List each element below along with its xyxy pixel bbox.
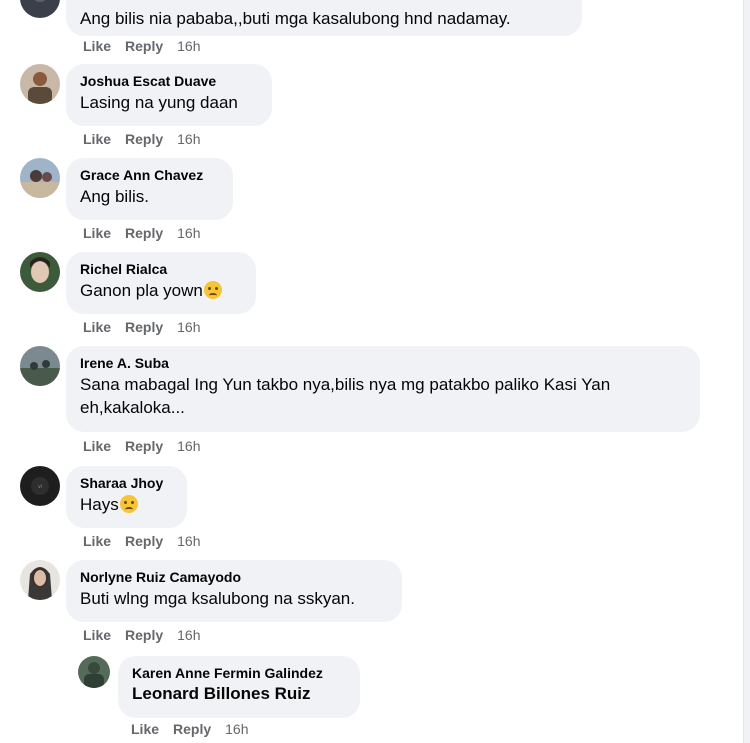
- tagged-user-link[interactable]: Leonard Billones Ruiz: [132, 682, 346, 705]
- commenter-name[interactable]: Grace Ann Chavez: [80, 166, 219, 184]
- timestamp[interactable]: 16h: [177, 225, 200, 241]
- timestamp[interactable]: 16h: [177, 627, 200, 643]
- comment-text: Hays: [80, 493, 173, 516]
- avatar[interactable]: [20, 64, 60, 104]
- avatar[interactable]: [20, 560, 60, 600]
- timestamp[interactable]: 16h: [177, 533, 200, 549]
- svg-text:vi: vi: [38, 484, 42, 490]
- timestamp[interactable]: 16h: [177, 131, 200, 147]
- commenter-name[interactable]: Norlyne Ruiz Camayodo: [80, 568, 388, 586]
- reply-button[interactable]: Reply: [125, 533, 163, 549]
- avatar[interactable]: [20, 0, 60, 18]
- comment-actions: Like Reply 16h: [83, 627, 201, 643]
- commenter-name[interactable]: Richel Rialca: [80, 260, 242, 278]
- comment-bubble: Irene A. Suba Sana mabagal Ing Yun takbo…: [66, 346, 700, 432]
- timestamp[interactable]: 16h: [177, 319, 200, 335]
- reply-button[interactable]: Reply: [125, 38, 163, 54]
- like-button[interactable]: Like: [83, 38, 111, 54]
- comment-bubble: Karen Anne Fermin Galindez Leonard Billo…: [118, 656, 360, 718]
- comment-text-line: eh,kakaloka...: [80, 398, 185, 417]
- comment-text-content: Hays: [80, 495, 119, 514]
- thinking-face-icon: [203, 281, 222, 299]
- comment-actions: Like Reply 16h: [83, 131, 201, 147]
- comment-actions: Like Reply 16h: [83, 38, 201, 54]
- commenter-name[interactable]: Sharaa Jhoy: [80, 474, 173, 492]
- avatar[interactable]: [78, 656, 110, 688]
- sad-face-icon: [119, 495, 138, 513]
- like-button[interactable]: Like: [83, 319, 111, 335]
- timestamp[interactable]: 16h: [177, 38, 200, 54]
- comment-bubble: Norlyne Ruiz Camayodo Buti wlng mga ksal…: [66, 560, 402, 622]
- comment-actions: Like Reply 16h: [83, 319, 201, 335]
- comment-text: Buti wlng mga ksalubong na sskyan.: [80, 589, 355, 608]
- comment-text: Lasing na yung daan: [80, 93, 238, 112]
- reply-button[interactable]: Reply: [173, 721, 211, 737]
- like-button[interactable]: Like: [83, 131, 111, 147]
- avatar[interactable]: [20, 252, 60, 292]
- reply-button[interactable]: Reply: [125, 319, 163, 335]
- comment-text: Ang bilis.: [80, 187, 149, 206]
- comment-bubble: Joshua Escat Duave Lasing na yung daan: [66, 64, 272, 126]
- scrollbar-track[interactable]: [743, 0, 750, 743]
- avatar[interactable]: vi: [20, 466, 60, 506]
- commenter-name[interactable]: Joshua Escat Duave: [80, 72, 258, 90]
- like-button[interactable]: Like: [83, 225, 111, 241]
- comment-text-line: Sana mabagal Ing Yun takbo nya,bilis nya…: [80, 375, 611, 394]
- comment-bubble: Sharaa Jhoy Hays: [66, 466, 187, 528]
- commenter-name[interactable]: Karen Anne Fermin Galindez: [132, 664, 346, 682]
- like-button[interactable]: Like: [83, 627, 111, 643]
- timestamp[interactable]: 16h: [225, 721, 248, 737]
- comment-actions: Like Reply 16h: [83, 438, 201, 454]
- comment-bubble: Ang bilis nia pababa,,buti mga kasalubon…: [66, 0, 582, 36]
- comment-text-content: Ganon pla yown: [80, 281, 203, 300]
- reply-button[interactable]: Reply: [125, 131, 163, 147]
- comment-bubble: Richel Rialca Ganon pla yown: [66, 252, 256, 314]
- reply-button[interactable]: Reply: [125, 627, 163, 643]
- like-button[interactable]: Like: [83, 533, 111, 549]
- comment-actions: Like Reply 16h: [83, 533, 201, 549]
- reply-button[interactable]: Reply: [125, 438, 163, 454]
- avatar[interactable]: [20, 158, 60, 198]
- like-button[interactable]: Like: [131, 721, 159, 737]
- avatar[interactable]: [20, 346, 60, 386]
- commenter-name[interactable]: Irene A. Suba: [80, 354, 686, 372]
- comment-actions: Like Reply 16h: [131, 721, 249, 737]
- reply-button[interactable]: Reply: [125, 225, 163, 241]
- like-button[interactable]: Like: [83, 438, 111, 454]
- timestamp[interactable]: 16h: [177, 438, 200, 454]
- comment-actions: Like Reply 16h: [83, 225, 201, 241]
- comment-text: Ganon pla yown: [80, 279, 242, 302]
- comment-bubble: Grace Ann Chavez Ang bilis.: [66, 158, 233, 220]
- comment-text: Ang bilis nia pababa,,buti mga kasalubon…: [80, 9, 511, 28]
